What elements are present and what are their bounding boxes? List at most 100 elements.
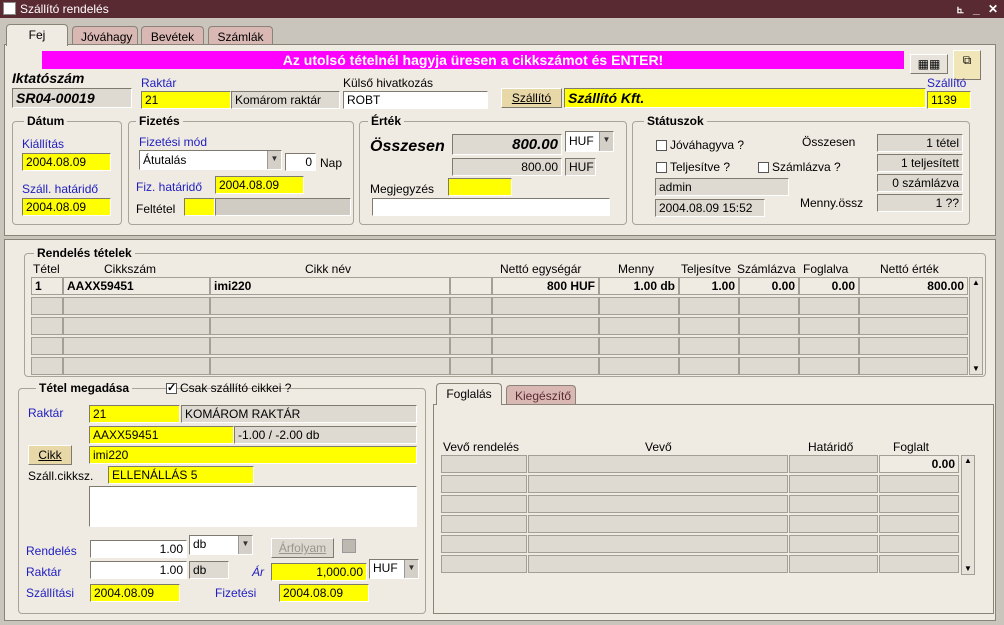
cell-empty[interactable]: [210, 357, 450, 375]
cell-vevo-rendeles[interactable]: [441, 475, 527, 493]
cell-empty[interactable]: [450, 337, 492, 355]
tetel-cikkszam-field[interactable]: AAXX59451: [89, 426, 234, 444]
cell-empty[interactable]: [528, 455, 788, 473]
cell-empty[interactable]: [799, 297, 859, 315]
cell-empty[interactable]: [492, 317, 599, 335]
cell-empty[interactable]: [31, 297, 63, 315]
cell-tetel[interactable]: 1: [31, 277, 63, 295]
cell-foglalt[interactable]: [879, 475, 959, 493]
foglalas-scrollbar[interactable]: ▲ ▼: [961, 455, 975, 575]
cell-empty[interactable]: [679, 337, 739, 355]
chevron-down-icon[interactable]: ▼: [238, 536, 252, 554]
cell-foglalva[interactable]: 0.00: [799, 277, 859, 295]
cell-empty[interactable]: [739, 317, 799, 335]
cell-empty[interactable]: [789, 535, 878, 553]
cell-teljesitve[interactable]: 1.00: [679, 277, 739, 295]
fiz-hatarido-field[interactable]: 2004.08.09: [215, 176, 304, 194]
cell-empty[interactable]: [799, 357, 859, 375]
tetel-cikk-nev-field[interactable]: imi220: [89, 446, 417, 464]
szallito-button[interactable]: Szállító: [501, 88, 562, 108]
rendeles-field[interactable]: 1.00: [90, 540, 187, 558]
szall-hatarido-field[interactable]: 2004.08.09: [22, 198, 111, 216]
cell-empty[interactable]: [450, 357, 492, 375]
cell-empty[interactable]: [679, 357, 739, 375]
scroll-down-icon[interactable]: ▼: [964, 564, 972, 573]
tetel-note-area[interactable]: [89, 486, 417, 527]
kiallitas-field[interactable]: 2004.08.09: [22, 153, 111, 171]
cell-empty[interactable]: [528, 515, 788, 533]
megjegyzes-code-field[interactable]: [448, 178, 512, 196]
teljesitve-checkbox[interactable]: [656, 162, 667, 173]
cell-foglalt[interactable]: [879, 555, 959, 573]
cell-foglalt[interactable]: [879, 495, 959, 513]
cell-empty[interactable]: [789, 515, 878, 533]
ar-field[interactable]: 1,000.00: [271, 563, 367, 581]
szall-cikksz-field[interactable]: ELLENÁLLÁS 5: [108, 466, 254, 484]
cell-empty[interactable]: [31, 317, 63, 335]
cell-empty[interactable]: [789, 495, 878, 513]
cell-empty[interactable]: [789, 475, 878, 493]
tab-kiegeszito[interactable]: Kiegészítő: [506, 385, 576, 405]
cell-foglalt[interactable]: [879, 515, 959, 533]
cell-empty[interactable]: [528, 475, 788, 493]
cell-empty[interactable]: [739, 357, 799, 375]
tab-jovahagy[interactable]: Jóváhagy: [72, 26, 138, 46]
currency-select[interactable]: HUF ▼: [565, 131, 614, 152]
cell-vevo-rendeles[interactable]: [441, 555, 527, 573]
cell-cikkszam[interactable]: AAXX59451: [63, 277, 210, 295]
jovahagyva-checkbox[interactable]: [656, 140, 667, 151]
cell-empty[interactable]: [679, 297, 739, 315]
cell-netto-ertek[interactable]: 800.00: [859, 277, 968, 295]
cell-empty[interactable]: [739, 297, 799, 315]
items-scrollbar[interactable]: ▲ ▼: [969, 277, 983, 375]
cell-empty[interactable]: [441, 455, 527, 473]
cell-cikk-nev[interactable]: imi220: [210, 277, 450, 295]
cell-extra[interactable]: [450, 277, 492, 295]
cell-empty[interactable]: [599, 357, 679, 375]
cell-empty[interactable]: [210, 317, 450, 335]
fizetesi-field[interactable]: 2004.08.09: [279, 584, 369, 602]
cell-empty[interactable]: [63, 297, 210, 315]
kulso-field[interactable]: ROBT: [343, 91, 488, 109]
cell-vevo-rendeles[interactable]: [441, 495, 527, 513]
cell-empty[interactable]: [63, 337, 210, 355]
cell-empty[interactable]: [492, 297, 599, 315]
cell-empty[interactable]: [63, 317, 210, 335]
raktar-code-field[interactable]: 21: [141, 91, 231, 109]
cell-vevo-rendeles[interactable]: [441, 535, 527, 553]
cell-empty[interactable]: [789, 555, 878, 573]
cell-empty[interactable]: [859, 317, 968, 335]
tab-fej[interactable]: Fej: [6, 24, 68, 46]
calendar-button[interactable]: ▦▦: [910, 54, 948, 74]
cell-empty[interactable]: [859, 337, 968, 355]
cell-empty[interactable]: [492, 337, 599, 355]
cell-empty[interactable]: [31, 337, 63, 355]
chevron-down-icon[interactable]: ▼: [599, 132, 613, 151]
close-icon[interactable]: ✕: [988, 0, 998, 18]
ar-currency-select[interactable]: HUF ▼: [369, 559, 419, 579]
szallitasi-field[interactable]: 2004.08.09: [90, 584, 180, 602]
szallito-code-field[interactable]: 1139: [927, 91, 971, 109]
cell-netto-egysegar[interactable]: 800 HUF: [492, 277, 599, 295]
cell-empty[interactable]: [450, 317, 492, 335]
scroll-up-icon[interactable]: ▲: [964, 456, 972, 465]
cell-empty[interactable]: [599, 297, 679, 315]
megjegyzes-field[interactable]: [372, 198, 610, 216]
fizetesi-mod-select[interactable]: Átutalás ▼: [139, 150, 282, 170]
scroll-down-icon[interactable]: ▼: [972, 364, 980, 373]
cell-empty[interactable]: [31, 357, 63, 375]
cell-empty[interactable]: [210, 297, 450, 315]
csak-szallito-checkbox[interactable]: ✓: [166, 382, 177, 394]
cell-empty[interactable]: [210, 337, 450, 355]
cell-empty[interactable]: [859, 357, 968, 375]
cell-szamlazva[interactable]: 0.00: [739, 277, 799, 295]
feltetel-field[interactable]: [184, 198, 215, 216]
szallito-name-field[interactable]: Szállító Kft.: [564, 88, 926, 108]
tetel-raktar2-field[interactable]: 1.00: [90, 561, 187, 579]
cell-empty[interactable]: [799, 317, 859, 335]
restore-icon[interactable]: ⦜: [957, 0, 964, 18]
rendeles-unit-select[interactable]: db ▼: [189, 535, 253, 555]
chevron-down-icon[interactable]: ▼: [267, 151, 281, 169]
cell-empty[interactable]: [528, 495, 788, 513]
scroll-up-icon[interactable]: ▲: [972, 278, 980, 287]
